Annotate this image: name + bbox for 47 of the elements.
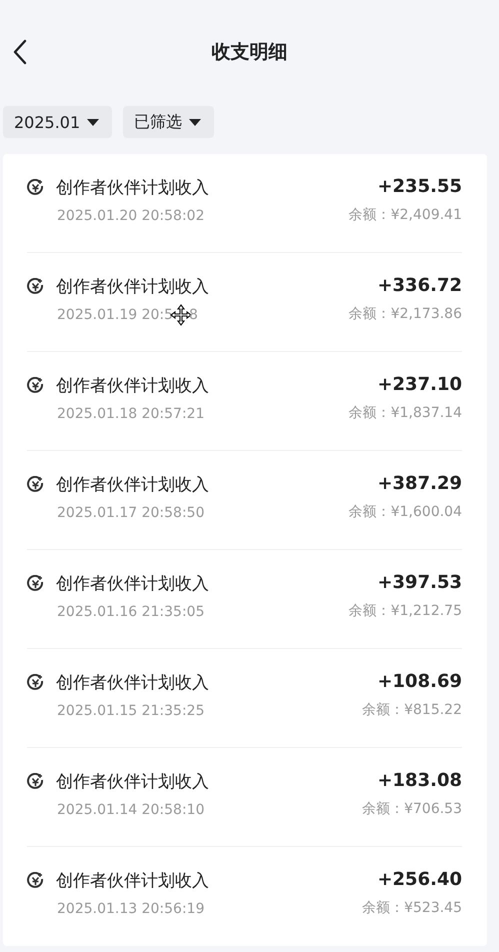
record-balance: 余额：¥1,837.14	[348, 404, 462, 422]
coin-icon	[27, 575, 44, 592]
back-icon[interactable]	[13, 39, 27, 65]
record-title: 创作者伙伴计划收入	[56, 771, 209, 793]
record-title: 创作者伙伴计划收入	[56, 177, 209, 199]
page-title: 收支明细	[212, 40, 288, 65]
coin-icon	[27, 179, 44, 196]
record-time: 2025.01.16 21:35:05	[57, 604, 204, 620]
record-title: 创作者伙伴计划收入	[56, 672, 209, 694]
record-balance: 余额：¥523.45	[362, 899, 462, 917]
record-time: 2025.01.20 20:58:02	[57, 208, 204, 224]
record-title: 创作者伙伴计划收入	[56, 276, 209, 298]
record-time: 8	[189, 307, 198, 323]
coin-icon	[27, 278, 44, 295]
filter-dropdown[interactable]: 已筛选	[123, 106, 214, 138]
record-balance: 余额：¥2,173.86	[348, 305, 462, 323]
coin-icon	[27, 377, 44, 394]
record-balance: 余额：¥1,600.04	[348, 503, 462, 521]
record-amount: +387.29	[377, 473, 462, 494]
record-time: 2025.01.17 20:58:50	[57, 505, 204, 521]
record-title: 创作者伙伴计划收入	[56, 870, 209, 892]
record-amount: +237.10	[377, 374, 462, 395]
record-time: 2025.01.14 20:58:10	[57, 802, 204, 818]
caret-icon	[188, 118, 202, 126]
record-title: 创作者伙伴计划收入	[56, 474, 209, 496]
record-balance: 余额：¥1,212.75	[348, 602, 462, 620]
record-amount: +108.69	[377, 671, 462, 692]
record-time: 2025.01.18 20:57:21	[57, 406, 204, 422]
coin-icon	[27, 674, 44, 691]
record-balance: 余额：¥706.53	[362, 800, 462, 818]
record-time: 2025.01.15 21:35:25	[57, 703, 204, 719]
record-amount: +256.40	[377, 869, 462, 890]
record-amount: +336.72	[377, 275, 462, 296]
record-amount: +235.55	[377, 176, 462, 197]
record-amount: +183.08	[377, 770, 462, 791]
coin-icon	[27, 773, 44, 790]
record-balance: 余额：¥815.22	[362, 701, 462, 719]
coin-icon	[27, 476, 44, 493]
record-amount: +397.53	[377, 572, 462, 593]
caret-icon	[86, 118, 100, 126]
record-time: 2025.01.13 20:56:19	[57, 901, 204, 917]
record-title: 创作者伙伴计划收入	[56, 375, 209, 397]
record-title: 创作者伙伴计划收入	[56, 573, 209, 595]
coin-icon	[27, 872, 44, 889]
filter-dropdown[interactable]: 2025.01	[3, 106, 112, 138]
record-time: 2025.01.19 20:5	[57, 307, 174, 323]
record-balance: 余额：¥2,409.41	[348, 206, 462, 224]
